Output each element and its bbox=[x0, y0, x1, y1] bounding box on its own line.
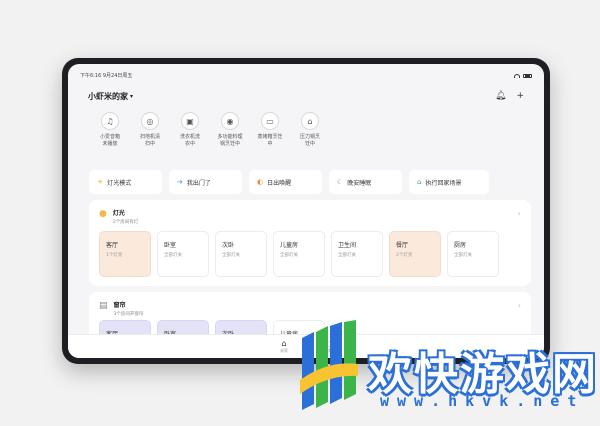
bell-icon[interactable]: 🔔︎ bbox=[495, 91, 506, 101]
watermark: 欢快游戏网 www.hkvk.net bbox=[298, 320, 600, 426]
watermark-url: www.hkvk.net bbox=[380, 392, 585, 410]
home-icon: ⌂ bbox=[281, 339, 287, 348]
light-room-tile[interactable]: 次卧 全部灯关 bbox=[215, 231, 267, 277]
watermark-logo-icon bbox=[300, 320, 358, 410]
light-rooms: 客厅 1个灯亮 卧室 全部灯关 次卧 全部灯关 儿童房 全部灯关 卫生间 全部灯关 餐厅 … bbox=[99, 231, 499, 277]
scene-label: 我出门了 bbox=[186, 179, 211, 187]
scene-list: ☀ 灯光模式 ➔ 我出门了 ◐ 日出唤醒 ☾ 晚安睡眠 ⌂ 执行回家场景 bbox=[89, 170, 489, 194]
device-label: 蒸烤箱烹饪中 bbox=[257, 134, 283, 147]
room-name: 次卧 bbox=[222, 242, 235, 249]
lights-card[interactable]: ● 灯光 2个房间有灯 › 客厅 1个灯亮 卧室 全部灯关 次卧 全部灯关 儿童房 全… bbox=[89, 200, 531, 286]
device-shortcut[interactable]: ♫ 小爱音箱 未播放 bbox=[90, 112, 130, 148]
curtain-subtitle: 3个房间开窗帘 bbox=[113, 312, 144, 317]
home-scene-icon: ⌂ bbox=[417, 178, 422, 186]
oven-icon: ▭ bbox=[261, 112, 279, 130]
scene-button[interactable]: ◐ 日出唤醒 bbox=[249, 170, 322, 194]
light-room-tile[interactable]: 卫生间 全部灯关 bbox=[331, 231, 383, 277]
leave-icon: ➔ bbox=[177, 178, 183, 186]
room-name: 儿童房 bbox=[280, 242, 299, 249]
status-date: 9月24日周五 bbox=[102, 73, 133, 79]
scene-button[interactable]: ☾ 晚安睡眠 bbox=[329, 170, 402, 194]
home-selector[interactable]: 小虾米的家 ▾ bbox=[88, 91, 133, 102]
lamp-icon: ☀ bbox=[97, 178, 104, 186]
add-icon[interactable]: + bbox=[516, 91, 524, 101]
scene-label: 日出唤醒 bbox=[267, 179, 292, 187]
device-label: 压力锅烹 饪中 bbox=[299, 134, 320, 147]
curtain-title: 窗帘 bbox=[113, 302, 126, 309]
sunrise-icon: ◐ bbox=[257, 178, 264, 186]
room-status: 1个灯亮 bbox=[106, 253, 123, 258]
scene-button[interactable]: ☀ 灯光模式 bbox=[89, 170, 162, 194]
device-label: 小爱音箱 未播放 bbox=[99, 134, 120, 147]
light-room-tile[interactable]: 厨房 全部灯关 bbox=[447, 231, 499, 277]
device-shortcut[interactable]: ◎ 扫地机清 扫中 bbox=[130, 112, 170, 148]
room-name: 厨房 bbox=[454, 242, 467, 249]
robot-vacuum-icon: ◎ bbox=[141, 112, 159, 130]
device-label: 扫地机清 扫中 bbox=[139, 134, 160, 147]
light-room-tile[interactable]: 客厅 1个灯亮 bbox=[99, 231, 151, 277]
scene-label: 执行回家场景 bbox=[425, 179, 462, 187]
top-bar: 小虾米的家 ▾ 🔔︎ + bbox=[88, 89, 524, 103]
tab-home[interactable]: ⌂ 米家 bbox=[280, 339, 288, 358]
device-shortcuts: ♫ 小爱音箱 未播放 ◎ 扫地机清 扫中 ▣ 洗衣机洗 衣中 ◉ 多功能料理 锅烹饪中 ▭ 蒸烤… bbox=[90, 112, 330, 148]
tablet-frame: 下午6:16 9月24日周五 小虾米的家 ▾ 🔔︎ + ♫ 小爱音箱 未播放 ◎ 扫… bbox=[62, 58, 550, 364]
home-name: 小虾米的家 bbox=[88, 91, 128, 101]
device-label: 多功能料理 锅烹饪中 bbox=[217, 134, 243, 147]
scene-label: 晚安睡眠 bbox=[347, 179, 372, 187]
scene-button[interactable]: ⌂ 执行回家场景 bbox=[409, 170, 489, 194]
scene-button[interactable]: ➔ 我出门了 bbox=[169, 170, 242, 194]
device-shortcut[interactable]: ▣ 洗衣机洗 衣中 bbox=[170, 112, 210, 148]
room-name: 卧室 bbox=[164, 242, 177, 249]
light-room-tile[interactable]: 餐厅 2个灯亮 bbox=[389, 231, 441, 277]
room-status: 全部灯关 bbox=[454, 253, 472, 258]
room-status: 2个灯亮 bbox=[396, 253, 413, 258]
cooker-icon: ◉ bbox=[221, 112, 239, 130]
moon-icon: ☾ bbox=[337, 178, 344, 186]
washer-icon: ▣ bbox=[181, 112, 199, 130]
room-status: 全部灯关 bbox=[280, 253, 298, 258]
status-time: 下午6:16 bbox=[80, 73, 102, 79]
status-bar: 下午6:16 9月24日周五 bbox=[80, 72, 532, 80]
speaker-icon: ♫ bbox=[101, 112, 119, 130]
room-name: 卫生间 bbox=[338, 242, 357, 249]
device-label: 洗衣机洗 衣中 bbox=[179, 134, 200, 147]
curtain-icon: ▤ bbox=[99, 301, 108, 311]
light-room-tile[interactable]: 儿童房 全部灯关 bbox=[273, 231, 325, 277]
caret-down-icon: ▾ bbox=[130, 92, 134, 100]
bulb-icon: ● bbox=[99, 209, 107, 219]
room-name: 客厅 bbox=[106, 242, 119, 249]
light-room-tile[interactable]: 卧室 全部灯关 bbox=[157, 231, 209, 277]
device-shortcut[interactable]: ▭ 蒸烤箱烹饪中 bbox=[250, 112, 290, 148]
lights-title: 灯光 bbox=[112, 210, 125, 217]
lights-subtitle: 2个房间有灯 bbox=[112, 220, 139, 225]
device-shortcut[interactable]: ⌂ 压力锅烹 饪中 bbox=[290, 112, 330, 148]
battery-icon bbox=[523, 74, 532, 78]
scene-label: 灯光模式 bbox=[107, 179, 132, 187]
tab-home-label: 米家 bbox=[280, 348, 288, 353]
wifi-icon bbox=[514, 74, 520, 78]
chevron-right-icon[interactable]: › bbox=[518, 209, 521, 218]
room-status: 全部灯关 bbox=[338, 253, 356, 258]
room-status: 全部灯关 bbox=[222, 253, 240, 258]
room-name: 餐厅 bbox=[396, 242, 409, 249]
app-screen: 下午6:16 9月24日周五 小虾米的家 ▾ 🔔︎ + ♫ 小爱音箱 未播放 ◎ 扫… bbox=[68, 64, 544, 358]
device-shortcut[interactable]: ◉ 多功能料理 锅烹饪中 bbox=[210, 112, 250, 148]
room-status: 全部灯关 bbox=[164, 253, 182, 258]
chevron-right-icon[interactable]: › bbox=[518, 301, 521, 310]
pressure-cooker-icon: ⌂ bbox=[301, 112, 319, 130]
